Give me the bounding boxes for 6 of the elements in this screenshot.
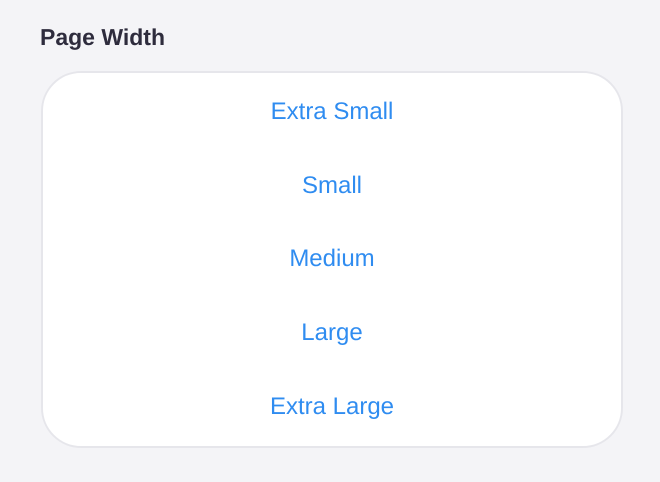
width-option[interactable]: Medium xyxy=(285,244,379,274)
section-title: Page Width xyxy=(40,23,166,52)
width-option[interactable]: Extra Large xyxy=(266,392,398,422)
width-option[interactable]: Large xyxy=(297,318,367,348)
width-option[interactable]: Extra Small xyxy=(266,96,398,127)
width-option[interactable]: Small xyxy=(298,170,366,201)
